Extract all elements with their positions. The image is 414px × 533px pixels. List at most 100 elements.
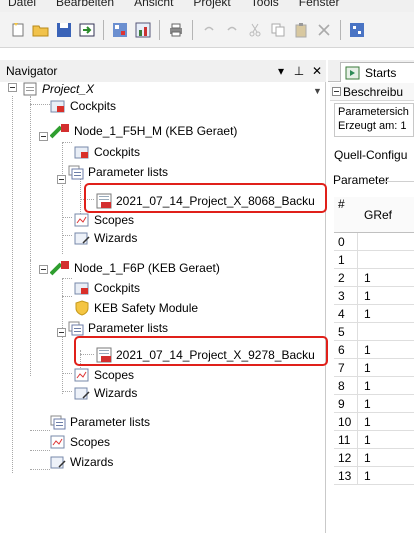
description-section-header[interactable]: Beschreibu (330, 83, 414, 101)
tree-item-node1[interactable]: Node_1_F5H_M (KEB Geraet) (49, 121, 237, 141)
tree-item-wizards[interactable]: Wizards (74, 228, 137, 248)
grid-icon[interactable] (110, 20, 130, 40)
table-row[interactable]: 21 (334, 269, 414, 287)
menu-tools[interactable]: Tools (243, 0, 291, 9)
table-row[interactable]: 10 1 (334, 413, 414, 431)
chevron-down-icon[interactable]: ▾ (272, 64, 290, 78)
start-page-icon (345, 65, 361, 81)
table-row[interactable]: 71 (334, 359, 414, 377)
table-row[interactable]: 13 1 (334, 467, 414, 485)
table-header: # GRef (334, 197, 414, 233)
group-divider (380, 181, 414, 182)
cell-number: 8 (334, 377, 358, 394)
parameter-list-icon (50, 414, 66, 430)
open-folder-icon[interactable] (31, 20, 51, 40)
tree-item-cockpits[interactable]: Cockpits (74, 278, 140, 298)
cell-number: 10 (334, 413, 358, 430)
cell-gref: 1 (364, 378, 371, 393)
tree-label: Scopes (94, 368, 135, 382)
column-header-number[interactable]: # (334, 197, 358, 232)
paste-icon[interactable] (291, 20, 311, 40)
parameter-table: # GRef 0 1 2 1 3 1 4 1 5 6 1 7 1 8 1 9 1 10 1 11 1 12 1 13 1 (334, 197, 414, 485)
table-row[interactable]: 41 (334, 305, 414, 323)
table-row[interactable]: 11 1 (334, 431, 414, 449)
table-row[interactable]: 31 (334, 287, 414, 305)
tree-item-scopes[interactable]: Scopes (50, 432, 110, 452)
navigator-title: Navigator (6, 64, 58, 78)
table-row[interactable]: 91 (334, 395, 414, 413)
tree-item-parameter-lists[interactable]: Parameter lists (68, 162, 168, 182)
wizard-icon (50, 454, 66, 470)
chart-icon[interactable] (133, 20, 153, 40)
cell-gref: 1 (364, 450, 371, 465)
network-icon[interactable] (347, 20, 367, 40)
tree-item-cockpits[interactable]: Cockpits (50, 96, 116, 116)
undo-icon[interactable] (199, 20, 219, 40)
table-row[interactable]: 5 (334, 323, 414, 341)
tree-label: Parameter lists (88, 165, 169, 179)
tree-item-wizards[interactable]: Wizards (50, 452, 113, 472)
collapse-icon[interactable] (39, 132, 48, 141)
new-icon[interactable] (8, 20, 28, 40)
cockpit-icon (74, 280, 90, 296)
pin-icon[interactable]: ⊥ (290, 64, 308, 78)
menu-fenster[interactable]: Fenster (291, 0, 352, 9)
tree-label: Parameter lists (70, 415, 151, 429)
tree-item-scopes[interactable]: Scopes (74, 210, 134, 230)
copy-icon[interactable] (268, 20, 288, 40)
collapse-icon[interactable] (57, 328, 66, 337)
cell-number: 13 (334, 467, 358, 484)
cell-gref: 1 (364, 270, 371, 285)
tab-start[interactable]: Starts (340, 62, 414, 82)
table-row[interactable]: 81 (334, 377, 414, 395)
tree-line (62, 142, 63, 254)
tree-label: Cockpits (94, 281, 141, 295)
table-row[interactable]: 61 (334, 341, 414, 359)
tab-label: Starts (365, 65, 397, 80)
tree-item-scopes[interactable]: Scopes (74, 365, 134, 385)
tree-item-safety-module[interactable]: KEB Safety Module (74, 298, 198, 318)
navigator-dropdown-icon[interactable]: ▼ (311, 83, 324, 99)
cell-number: 6 (334, 341, 358, 358)
collapse-icon[interactable] (57, 175, 66, 184)
table-row[interactable]: 0 (334, 233, 414, 251)
tree-item-parameter-lists[interactable]: Parameter lists (50, 412, 150, 432)
menu-datei[interactable]: Datei (0, 0, 48, 9)
tree-label: Cockpits (94, 145, 141, 159)
tree-item-wizards[interactable]: Wizards (74, 383, 137, 403)
parameter-group-label: Parameter (333, 173, 390, 187)
collapse-icon[interactable] (39, 265, 48, 274)
print-icon[interactable] (166, 20, 186, 40)
cell-number: 12 (334, 449, 358, 466)
collapse-icon[interactable] (332, 87, 341, 96)
menu-projekt[interactable]: Projekt (185, 0, 242, 9)
tree-label: Scopes (70, 435, 111, 449)
tree-line (12, 96, 13, 473)
redo-icon[interactable] (222, 20, 242, 40)
cut-icon[interactable] (245, 20, 265, 40)
menubar: Datei Bearbeiten Ansicht Projekt Tools F… (0, 0, 414, 12)
table-row[interactable]: 1 (334, 251, 414, 269)
delete-icon[interactable] (314, 20, 334, 40)
table-row[interactable]: 12 1 (334, 449, 414, 467)
close-icon[interactable]: ✕ (308, 64, 326, 78)
parameter-group: Parameter (330, 173, 414, 189)
collapse-icon[interactable] (8, 83, 17, 92)
description-line: Parametersich (338, 106, 409, 118)
toolbar-separator (192, 19, 193, 40)
menu-bearbeiten[interactable]: Bearbeiten (48, 0, 126, 9)
navigator-tree: Project_X Cockpits Node_1_F5H_M (KEB Ger… (0, 82, 326, 533)
cell-gref: 1 (364, 342, 371, 357)
column-header-gref[interactable]: GRef (358, 208, 392, 222)
cell-number: 9 (334, 395, 358, 412)
cell-gref: 1 (364, 432, 371, 447)
cell-gref: 1 (364, 414, 371, 429)
import-icon[interactable] (77, 20, 97, 40)
tree-item-cockpits[interactable]: Cockpits (74, 142, 140, 162)
save-icon[interactable] (54, 20, 74, 40)
cell-number: 7 (334, 359, 358, 376)
tree-item-parameter-lists[interactable]: Parameter lists (68, 318, 168, 338)
section-label: Beschreibu (343, 84, 404, 99)
menu-ansicht[interactable]: Ansicht (126, 0, 185, 9)
tree-item-node2[interactable]: Node_1_F6P (KEB Geraet) (49, 258, 220, 278)
